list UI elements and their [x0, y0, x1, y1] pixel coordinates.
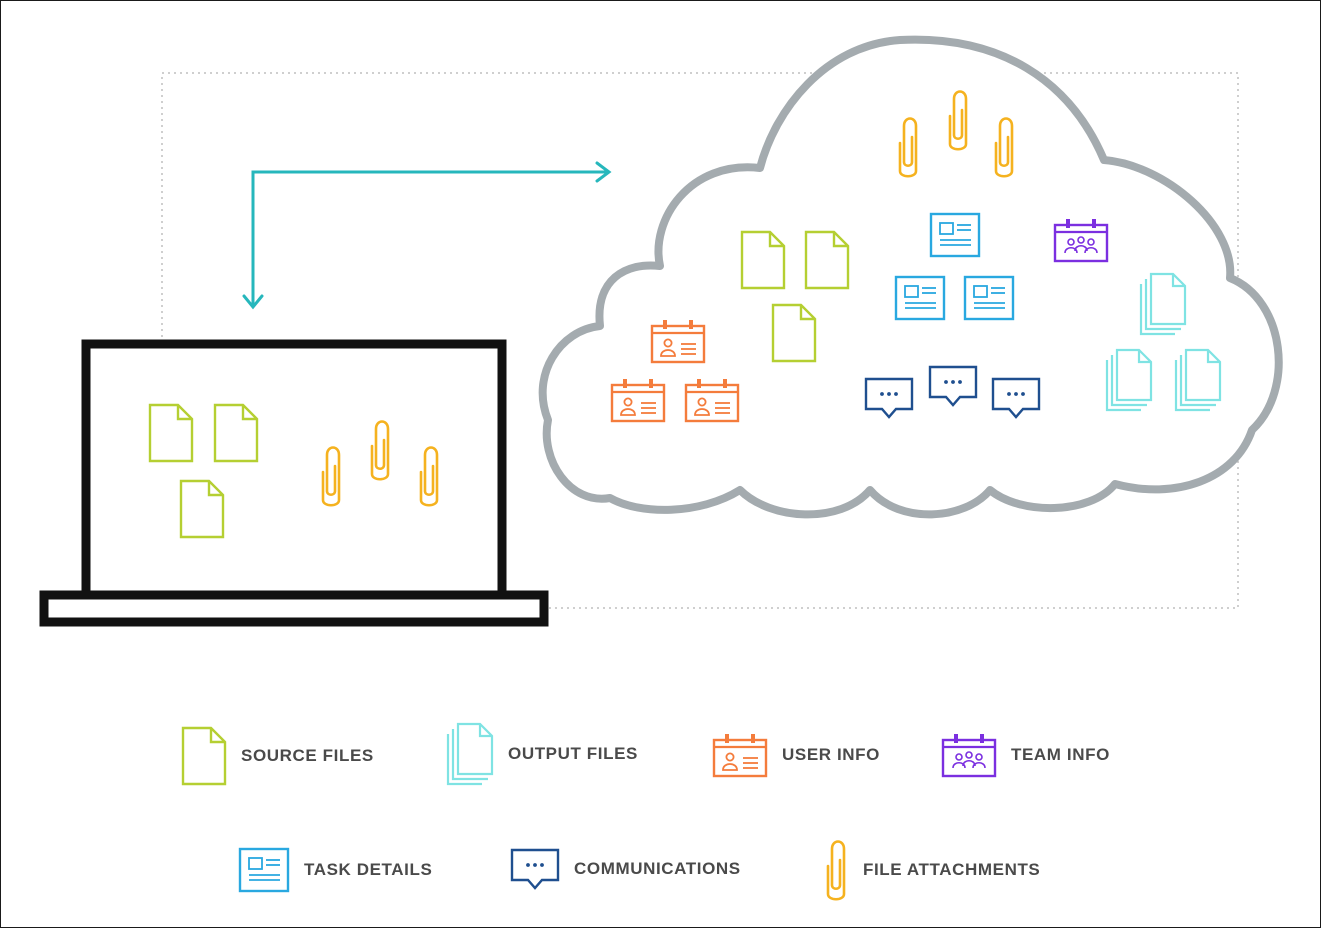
legend-label: TASK DETAILS	[304, 860, 433, 879]
legend-team-info: TEAM INFO	[941, 732, 1110, 778]
legend-task-details: TASK DETAILS	[238, 847, 432, 893]
legend-label: FILE ATTACHMENTS	[863, 860, 1041, 879]
sync-diagram	[39, 35, 1283, 627]
paperclip-icon	[826, 840, 846, 901]
legend-label: SOURCE FILES	[241, 746, 374, 765]
user-card-icon	[712, 734, 768, 778]
laptop-icon	[39, 339, 549, 627]
sync-arrow	[242, 161, 612, 310]
stacked-documents-icon	[446, 722, 494, 786]
legend-label: TEAM INFO	[1011, 745, 1110, 764]
team-card-icon	[941, 734, 997, 778]
legend-user-info: USER INFO	[712, 732, 880, 778]
legend-source-files: SOURCE FILES	[181, 726, 374, 786]
legend-label: OUTPUT FILES	[508, 744, 638, 763]
legend-communications: COMMUNICATIONS	[510, 848, 741, 890]
task-card-icon	[238, 847, 290, 893]
legend-label: COMMUNICATIONS	[574, 859, 741, 878]
chat-bubble-icon	[510, 848, 560, 890]
legend-label: USER INFO	[782, 745, 880, 764]
document-icon	[181, 726, 227, 786]
legend-output-files: OUTPUT FILES	[446, 722, 638, 786]
legend-file-attachments: FILE ATTACHMENTS	[823, 836, 1040, 904]
